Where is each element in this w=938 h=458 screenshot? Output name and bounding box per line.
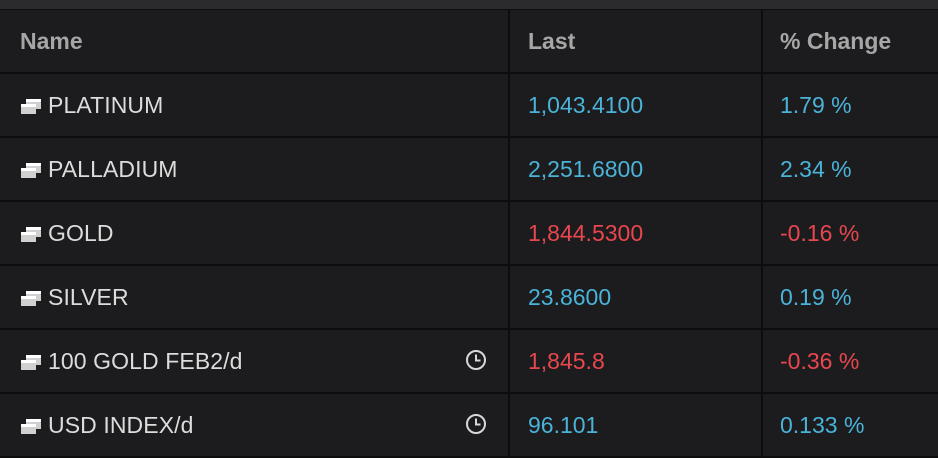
- symbol-name: PLATINUM: [48, 91, 164, 118]
- last-price: 1,845.8: [528, 347, 605, 374]
- column-header-change[interactable]: % Change: [761, 10, 938, 72]
- window-stack-icon[interactable]: [20, 291, 42, 307]
- symbol-cell[interactable]: GOLD: [0, 202, 508, 264]
- change-cell: 0.133 %: [761, 394, 938, 456]
- last-cell: 23.8600: [508, 266, 761, 328]
- percent-change: -0.36 %: [780, 347, 860, 374]
- last-price: 2,251.6800: [528, 155, 644, 182]
- clock-icon: [465, 413, 487, 435]
- symbol-name: 100 GOLD FEB2/d: [48, 347, 243, 374]
- top-strip: [0, 0, 938, 9]
- table-row[interactable]: SILVER 23.8600 0.19 %: [0, 266, 938, 330]
- change-cell: 2.34 %: [761, 138, 938, 200]
- window-stack-icon[interactable]: [20, 227, 42, 243]
- symbol-name: GOLD: [48, 219, 114, 246]
- symbol-cell[interactable]: PLATINUM: [0, 74, 508, 136]
- table-row[interactable]: PALLADIUM 2,251.6800 2.34 %: [0, 138, 938, 202]
- change-cell: -0.36 %: [761, 330, 938, 392]
- percent-change: 0.19 %: [780, 283, 852, 310]
- window-stack-icon[interactable]: [20, 99, 42, 115]
- table-header-row: Name Last % Change: [0, 10, 938, 74]
- change-cell: 1.79 %: [761, 74, 938, 136]
- symbol-cell[interactable]: SILVER: [0, 266, 508, 328]
- table-body: PLATINUM 1,043.4100 1.79 % PALLADIUM 2,251.6…: [0, 74, 938, 458]
- column-header-name[interactable]: Name: [0, 10, 508, 72]
- table-row[interactable]: PLATINUM 1,043.4100 1.79 %: [0, 74, 938, 138]
- table-row[interactable]: 100 GOLD FEB2/d 1,845.8 -0.36 %: [0, 330, 938, 394]
- clock-icon: [465, 349, 487, 371]
- percent-change: 0.133 %: [780, 411, 865, 438]
- last-cell: 1,844.5300: [508, 202, 761, 264]
- window-stack-icon[interactable]: [20, 419, 42, 435]
- last-price: 23.8600: [528, 283, 612, 310]
- window-stack-icon[interactable]: [20, 355, 42, 371]
- symbol-name: PALLADIUM: [48, 155, 178, 182]
- symbol-cell[interactable]: USD INDEX/d: [0, 394, 508, 456]
- last-price: 96.101: [528, 411, 599, 438]
- table-row[interactable]: GOLD 1,844.5300 -0.16 %: [0, 202, 938, 266]
- column-header-last[interactable]: Last: [508, 10, 761, 72]
- symbol-cell[interactable]: 100 GOLD FEB2/d: [0, 330, 508, 392]
- last-cell: 1,043.4100: [508, 74, 761, 136]
- last-cell: 96.101: [508, 394, 761, 456]
- symbol-name: SILVER: [48, 283, 129, 310]
- symbol-cell[interactable]: PALLADIUM: [0, 138, 508, 200]
- change-cell: 0.19 %: [761, 266, 938, 328]
- quotes-table: Name Last % Change PLATINUM 1,043.4100 1.7…: [0, 9, 938, 458]
- last-price: 1,043.4100: [528, 91, 644, 118]
- window-stack-icon[interactable]: [20, 163, 42, 179]
- last-price: 1,844.5300: [528, 219, 644, 246]
- table-row[interactable]: USD INDEX/d 96.101 0.133 %: [0, 394, 938, 458]
- symbol-name: USD INDEX/d: [48, 411, 194, 438]
- percent-change: 1.79 %: [780, 91, 852, 118]
- percent-change: 2.34 %: [780, 155, 852, 182]
- change-cell: -0.16 %: [761, 202, 938, 264]
- percent-change: -0.16 %: [780, 219, 860, 246]
- last-cell: 1,845.8: [508, 330, 761, 392]
- last-cell: 2,251.6800: [508, 138, 761, 200]
